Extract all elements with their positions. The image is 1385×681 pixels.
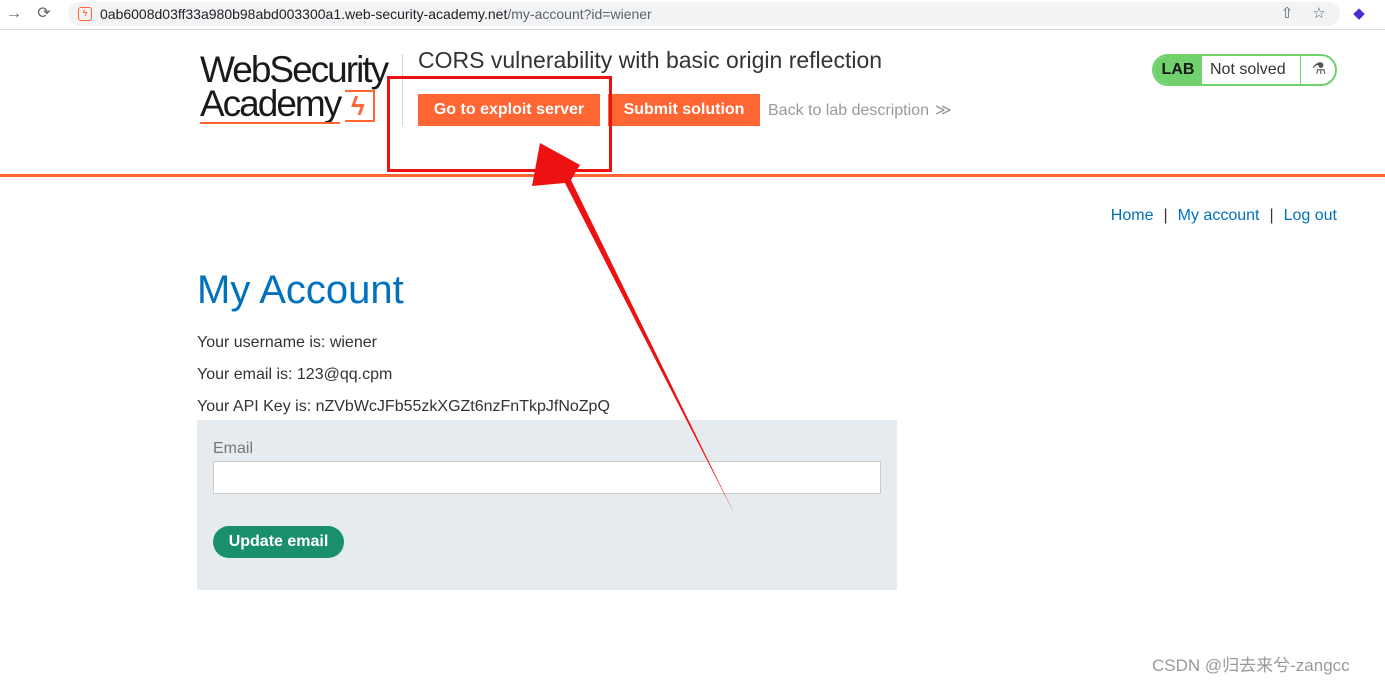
my-account-link[interactable]: My account [1178, 207, 1260, 224]
page-title: My Account [197, 268, 404, 312]
page: → ⟳ ϟ 0ab6008d03ff33a980b98abd003300a1.w… [0, 0, 1385, 681]
web-security-academy-logo[interactable]: WebSecurity Academy ϟ [200, 50, 400, 126]
lab-badge: LAB [1154, 56, 1202, 84]
update-email-form: Email Update email [197, 420, 897, 590]
url-host: 0ab6008d03ff33a980b98abd003300a1.web-sec… [100, 6, 508, 22]
nav-separator: | [1269, 207, 1274, 224]
submit-solution-button[interactable]: Submit solution [608, 94, 760, 126]
lab-title: CORS vulnerability with basic origin ref… [418, 47, 883, 73]
logo-underline [200, 122, 340, 124]
nav-separator: | [1163, 207, 1168, 224]
address-bar[interactable]: ϟ 0ab6008d03ff33a980b98abd003300a1.web-s… [68, 2, 1340, 26]
home-link[interactable]: Home [1111, 207, 1154, 224]
double-chevron-right-icon: ≫ [934, 102, 952, 119]
lab-status-text: Not solved [1210, 61, 1286, 78]
url-text[interactable]: 0ab6008d03ff33a980b98abd003300a1.web-sec… [100, 6, 652, 22]
annotation-highlight-box [387, 76, 612, 172]
top-navigation: Home | My account | Log out [1111, 207, 1337, 225]
url-path: /my-account?id=wiener [507, 6, 652, 22]
update-email-button[interactable]: Update email [213, 526, 344, 558]
lightning-bolt-icon: ϟ [345, 90, 375, 122]
flask-icon: ⚗ [1300, 56, 1335, 84]
browser-toolbar: → ⟳ ϟ 0ab6008d03ff33a980b98abd003300a1.w… [0, 0, 1385, 30]
email-input[interactable] [213, 461, 881, 494]
bookmark-star-icon[interactable]: ☆ [1309, 4, 1329, 24]
log-out-link[interactable]: Log out [1284, 207, 1337, 224]
back-to-lab-description-link[interactable]: Back to lab description ≫ [768, 100, 952, 120]
username-text: Your username is: wiener [197, 334, 377, 351]
api-key-text: Your API Key is: nZVbWcJFb55zkXGZt6nzFnT… [197, 398, 610, 415]
watermark-text: CSDN @归去来兮-zangcc [1152, 656, 1350, 675]
reload-icon[interactable]: ⟳ [34, 4, 54, 24]
email-text: Your email is: 123@qq.cpm [197, 366, 393, 383]
header-orange-divider [0, 174, 1385, 177]
site-favicon-icon: ϟ [78, 7, 92, 21]
forward-arrow-icon[interactable]: → [4, 4, 24, 24]
back-link-label: Back to lab description [768, 102, 929, 119]
lab-status-widget: LAB Not solved ⚗ [1152, 54, 1337, 86]
email-label: Email [213, 440, 254, 457]
logo-text-line2: Academy [200, 83, 342, 124]
share-icon[interactable]: ⇧ [1277, 4, 1297, 24]
extension-icon[interactable]: ◆ [1349, 4, 1369, 24]
